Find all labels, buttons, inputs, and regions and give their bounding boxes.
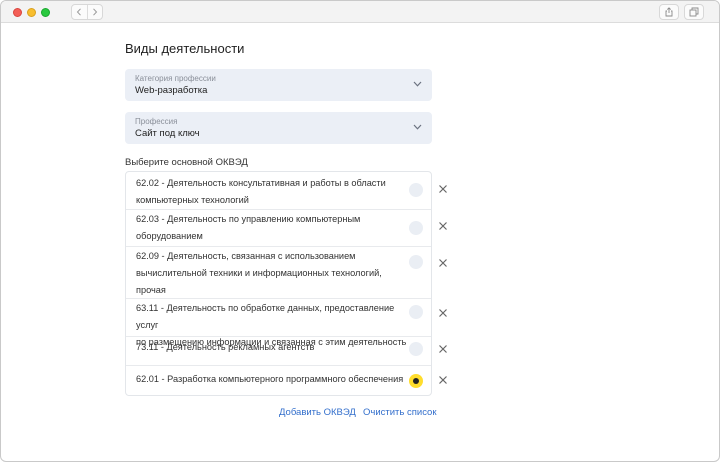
okved-row-line: прочая [136, 285, 166, 295]
tabs-overview-button[interactable] [684, 4, 704, 20]
okved-row-line: 62.09 - Деятельность, связанная с исполь… [136, 251, 356, 261]
close-icon [439, 185, 447, 193]
okved-list: 62.02 - Деятельность консультативная и р… [125, 171, 447, 396]
history-nav [71, 4, 103, 20]
okved-row-line: компьютерных технологий [136, 195, 249, 205]
tabs-icon [689, 7, 699, 17]
browser-window: Виды деятельности Категория профессии We… [0, 0, 720, 462]
clear-list-link[interactable]: Очистить список [363, 407, 437, 418]
chevron-left-icon [77, 8, 82, 16]
profession-select[interactable]: Профессия Сайт под ключ [125, 112, 432, 144]
profession-select-value: Сайт под ключ [135, 128, 200, 139]
okved-radio[interactable] [409, 255, 423, 269]
close-icon [439, 259, 447, 267]
category-select-value: Web-разработка [135, 85, 208, 96]
okved-row: 62.09 - Деятельность, связанная с исполь… [126, 247, 431, 298]
okved-row-text: 62.01 - Разработка компьютерного програм… [136, 371, 408, 388]
profession-select-label: Профессия [135, 117, 178, 126]
remove-okved-button[interactable] [438, 258, 448, 268]
chevron-right-icon [92, 8, 97, 16]
okved-row-text: 73.11 - Деятельность рекламных агентств [136, 339, 394, 356]
okved-row-line: 63.11 - Деятельность по обработке данных… [136, 303, 395, 330]
remove-okved-button[interactable] [438, 375, 448, 385]
maximize-window-button[interactable] [41, 8, 50, 17]
title-bar [1, 1, 719, 23]
okved-radio[interactable] [409, 305, 423, 319]
okved-row-line: 62.01 - Разработка компьютерного програм… [136, 374, 404, 384]
share-button[interactable] [659, 4, 679, 20]
okved-section-label: Выберите основной ОКВЭД [125, 157, 248, 168]
remove-okved-button[interactable] [438, 221, 448, 231]
page-title: Виды деятельности [125, 41, 245, 56]
close-icon [439, 222, 447, 230]
okved-row-line: вычислительной техники и информационных … [136, 268, 382, 278]
close-icon [439, 309, 447, 317]
list-actions: Добавить ОКВЭД Очистить список [125, 407, 437, 421]
remove-okved-button[interactable] [438, 344, 448, 354]
okved-row: 62.01 - Разработка компьютерного програм… [126, 366, 431, 396]
category-select-label: Категория профессии [135, 74, 216, 83]
remove-okved-button[interactable] [438, 308, 448, 318]
back-button[interactable] [72, 5, 87, 19]
remove-okved-button[interactable] [438, 184, 448, 194]
okved-row: 73.11 - Деятельность рекламных агентств [126, 337, 431, 364]
share-icon [665, 7, 673, 17]
forward-button[interactable] [86, 5, 103, 19]
okved-row: 62.02 - Деятельность консультативная и р… [126, 172, 431, 209]
okved-radio[interactable] [409, 342, 423, 356]
okved-row-line: 73.11 - Деятельность рекламных агентств [136, 342, 315, 352]
okved-radio-selected[interactable] [409, 374, 423, 388]
minimize-window-button[interactable] [27, 8, 36, 17]
okved-radio[interactable] [409, 221, 423, 235]
okved-row: 63.11 - Деятельность по обработке данных… [126, 299, 431, 347]
okved-radio[interactable] [409, 183, 423, 197]
okved-row: 62.03 - Деятельность по управлению компь… [126, 210, 431, 246]
close-icon [439, 345, 447, 353]
category-select[interactable]: Категория профессии Web-разработка [125, 69, 432, 101]
okved-row-text: 62.03 - Деятельность по управлению компь… [136, 211, 394, 245]
add-okved-link[interactable]: Добавить ОКВЭД [279, 407, 356, 418]
chevron-down-icon [413, 81, 422, 87]
chevron-down-icon [413, 124, 422, 130]
okved-row-line: 62.02 - Деятельность консультативная и р… [136, 178, 386, 188]
okved-row-text: 62.02 - Деятельность консультативная и р… [136, 175, 394, 209]
close-window-button[interactable] [13, 8, 22, 17]
close-icon [439, 376, 447, 384]
okved-row-text: 62.09 - Деятельность, связанная с исполь… [136, 248, 394, 299]
okved-row-line: 62.03 - Деятельность по управлению компь… [136, 214, 361, 224]
okved-row-line: оборудованием [136, 231, 203, 241]
